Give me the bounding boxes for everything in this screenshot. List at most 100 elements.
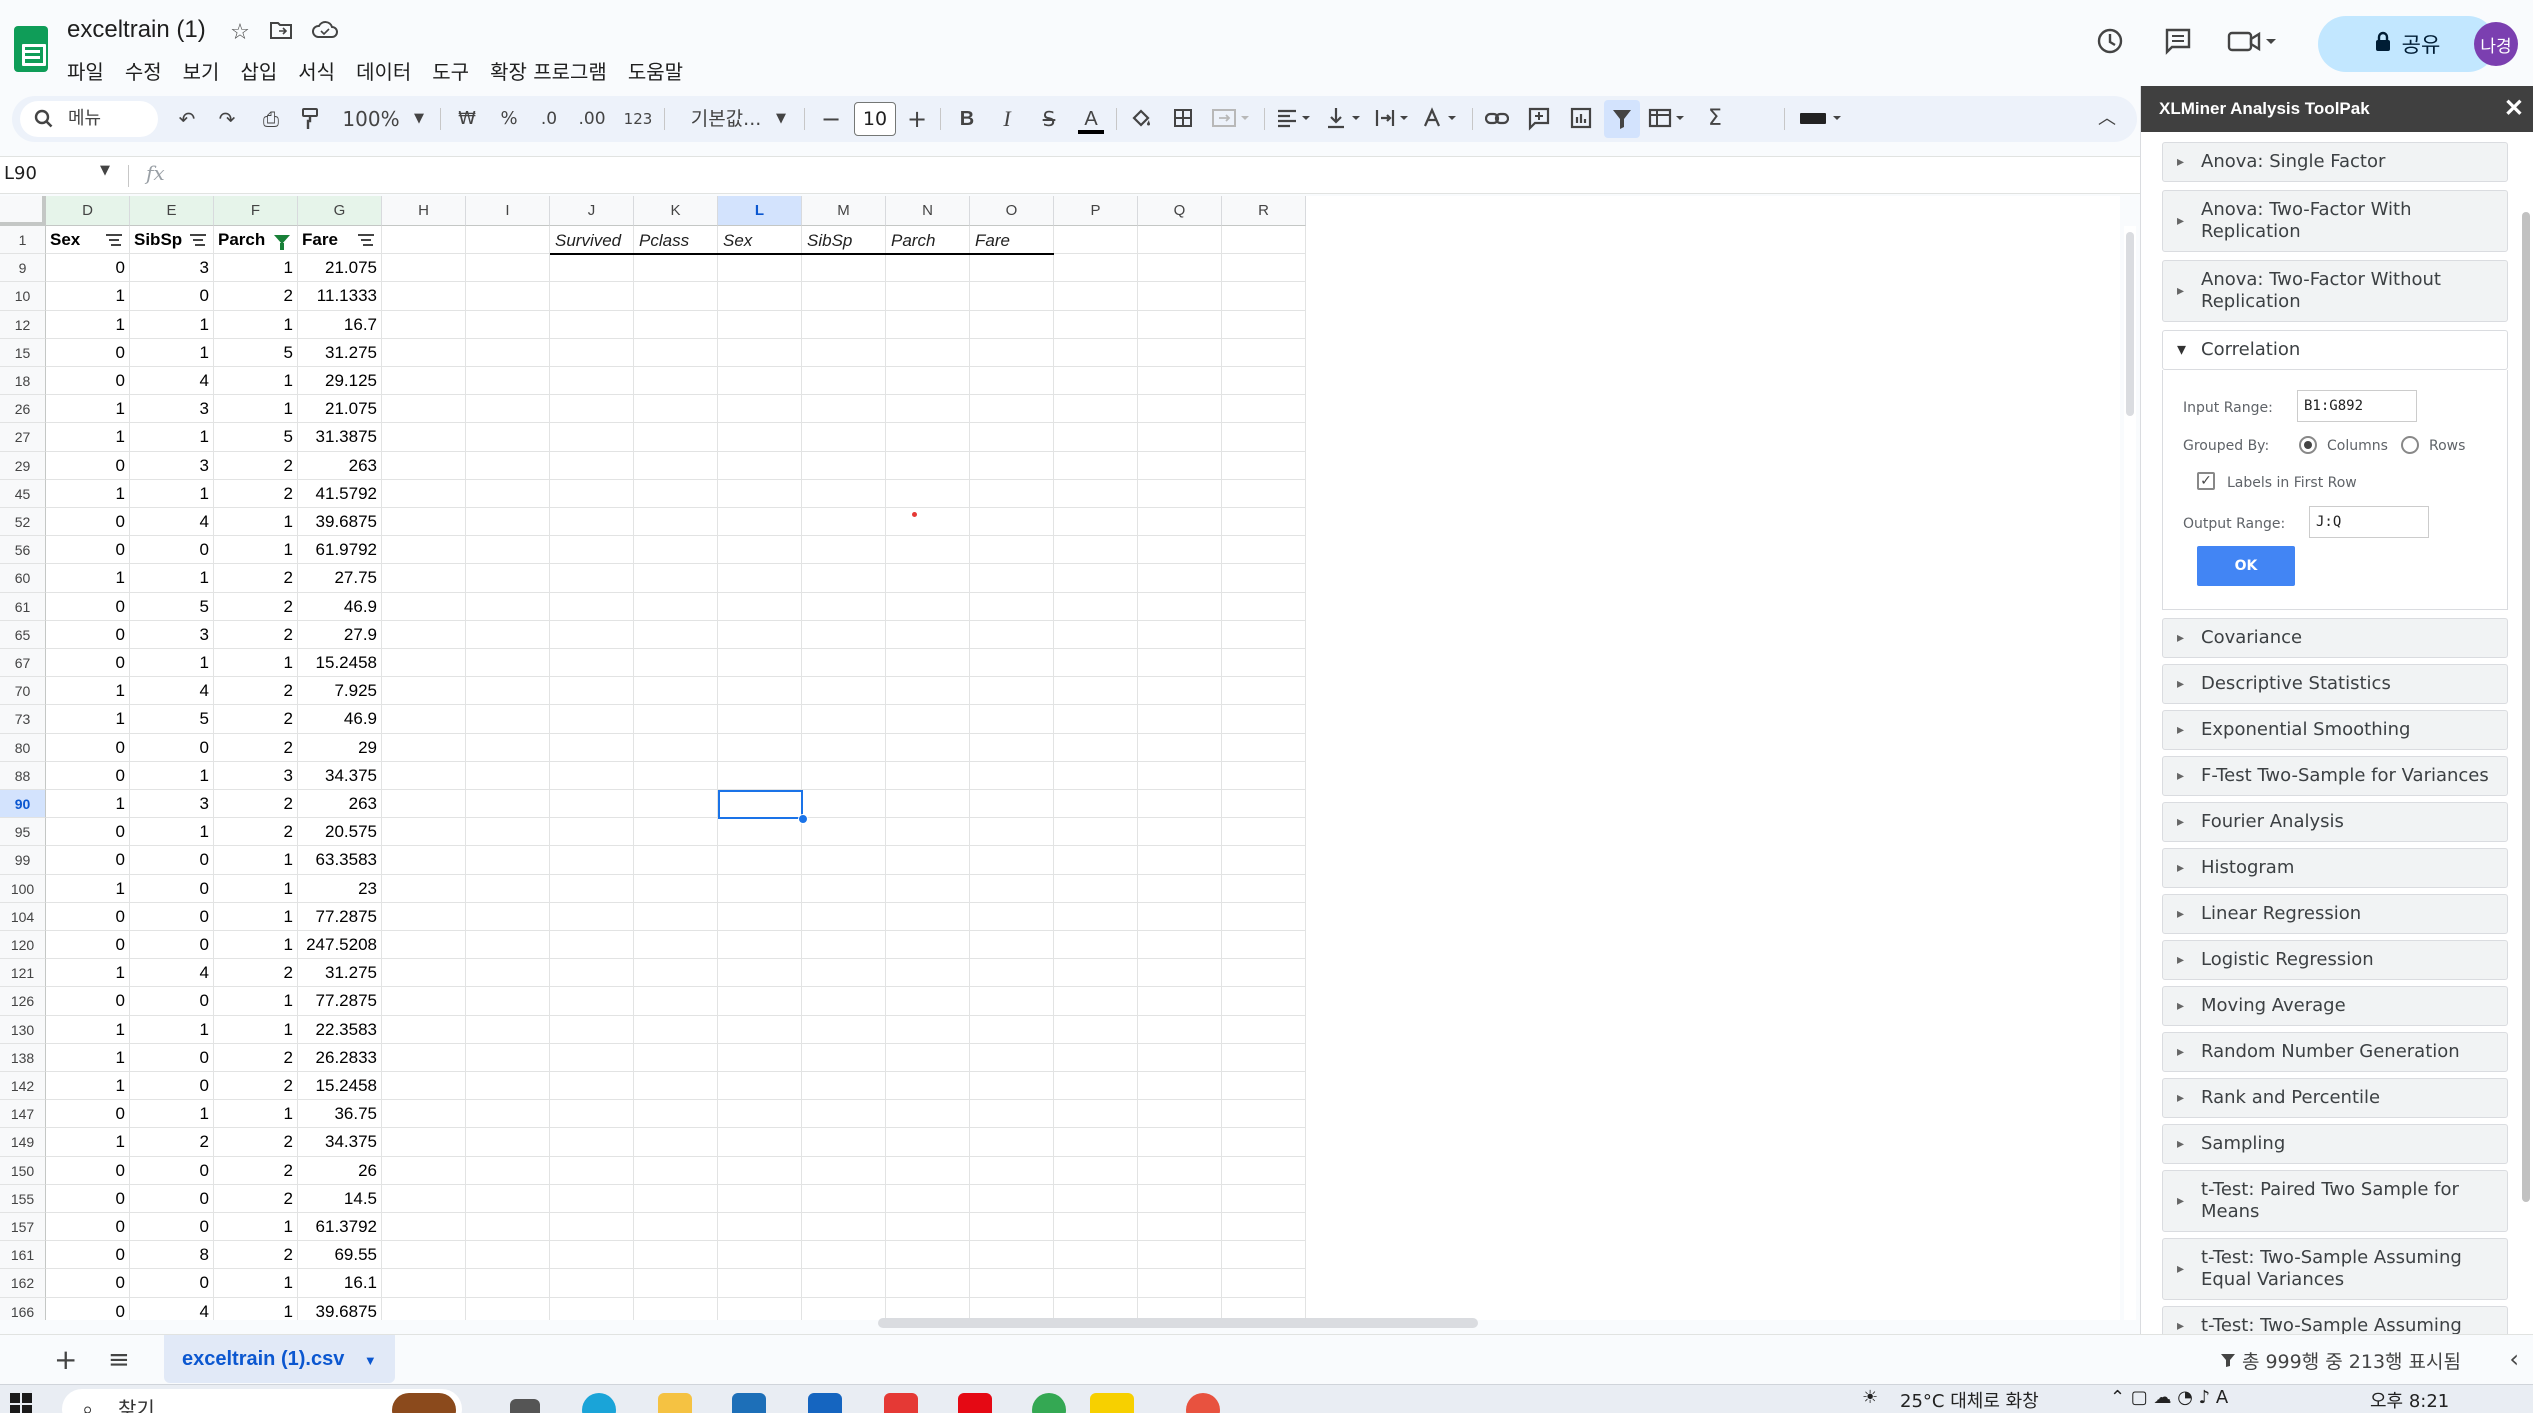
document-title[interactable]: exceltrain (1) — [67, 16, 206, 44]
row-header-166[interactable]: 166 — [0, 1297, 46, 1320]
row-header-121[interactable]: 121 — [0, 959, 46, 988]
table-cell[interactable]: 1 — [46, 479, 130, 508]
zoom-select[interactable]: 100% — [334, 96, 408, 142]
table-cell[interactable]: 1 — [214, 649, 298, 678]
number-format-button[interactable]: 123 — [618, 96, 658, 142]
column-header-j[interactable]: J — [550, 196, 634, 226]
table-cell[interactable]: 1 — [46, 1043, 130, 1072]
table-cell[interactable]: 26.2833 — [298, 1043, 382, 1072]
table-cell[interactable]: 39.6875 — [298, 1297, 382, 1320]
table-cell[interactable]: 21.075 — [298, 254, 382, 283]
sheets-logo-icon[interactable] — [14, 26, 48, 72]
row-header-10[interactable]: 10 — [0, 282, 46, 311]
table-cell[interactable]: 1 — [214, 846, 298, 875]
row-header-100[interactable]: 100 — [0, 874, 46, 903]
table-cell[interactable]: 0 — [46, 1241, 130, 1270]
table-cell[interactable]: 1 — [130, 310, 214, 339]
column-header-h[interactable]: H — [382, 196, 466, 226]
table-cell[interactable]: 63.3583 — [298, 846, 382, 875]
table-cell[interactable]: 16.7 — [298, 310, 382, 339]
filter-icon[interactable] — [358, 234, 374, 246]
table-cell[interactable]: 0 — [130, 1072, 214, 1101]
row-header-12[interactable]: 12 — [0, 310, 46, 339]
table-cell[interactable]: 1 — [214, 1213, 298, 1242]
row-header-95[interactable]: 95 — [0, 818, 46, 847]
table-cell[interactable]: 23 — [298, 874, 382, 903]
search-highlight-icon[interactable] — [392, 1393, 456, 1413]
accordion-item-anova-two-factor-without-replication[interactable]: Anova: Two-Factor Without Replication — [2162, 260, 2508, 322]
table-cell[interactable]: 1 — [130, 1015, 214, 1044]
percent-format-button[interactable]: % — [494, 96, 524, 142]
row-header-130[interactable]: 130 — [0, 1015, 46, 1044]
table-cell[interactable]: 1 — [214, 254, 298, 283]
menu-insert[interactable]: 삽입 — [240, 54, 287, 85]
table-cell[interactable]: 31.275 — [298, 338, 382, 367]
table-cell[interactable]: 2 — [214, 705, 298, 734]
table-cell[interactable]: 5 — [130, 592, 214, 621]
table-cell[interactable]: 3 — [130, 620, 214, 649]
horizontal-scroll-thumb[interactable] — [878, 1318, 1478, 1328]
column-header-n[interactable]: N — [886, 196, 970, 226]
accordion-item-correlation[interactable]: Correlation — [2162, 330, 2508, 370]
text-wrapping-icon[interactable] — [1372, 96, 1416, 142]
column-header-r[interactable]: R — [1222, 196, 1306, 226]
table-cell[interactable]: 61.3792 — [298, 1213, 382, 1242]
table-cell[interactable]: 31.275 — [298, 959, 382, 988]
menu-data[interactable]: 데이터 — [356, 54, 421, 85]
table-cell[interactable]: 36.75 — [298, 1100, 382, 1129]
table-cell[interactable]: 0 — [46, 1156, 130, 1185]
table-cell[interactable]: 1 — [130, 649, 214, 678]
accordion-item-anova-single-factor[interactable]: Anova: Single Factor — [2162, 142, 2508, 182]
table-cell[interactable]: 1 — [46, 564, 130, 593]
row-header-56[interactable]: 56 — [0, 536, 46, 565]
table-cell[interactable]: 20.575 — [298, 818, 382, 847]
column-header-l[interactable]: L — [718, 196, 802, 226]
store-icon[interactable] — [732, 1393, 766, 1413]
font-size-input[interactable]: 10 — [854, 102, 896, 136]
table-cell[interactable]: 1 — [214, 1297, 298, 1320]
table-cell[interactable]: 1 — [214, 367, 298, 396]
table-cell[interactable]: 27.75 — [298, 564, 382, 593]
table-cell[interactable]: 1 — [46, 310, 130, 339]
table-cell[interactable]: 0 — [46, 367, 130, 396]
column-header-q[interactable]: Q — [1138, 196, 1222, 226]
accordion-item-random-number-generation[interactable]: Random Number Generation — [2162, 1032, 2508, 1072]
table-cell[interactable]: 0 — [46, 1269, 130, 1298]
table-cell[interactable]: 29.125 — [298, 367, 382, 396]
row-header-70[interactable]: 70 — [0, 677, 46, 706]
table-cell[interactable]: 0 — [46, 818, 130, 847]
table-cell[interactable]: 1 — [130, 564, 214, 593]
output-header-sex[interactable]: Sex — [718, 227, 802, 255]
column-header-g[interactable]: G — [298, 196, 382, 226]
table-cell[interactable]: 1 — [214, 395, 298, 424]
accordion-item-f-test-two-sample-for-variances[interactable]: F-Test Two-Sample for Variances — [2162, 756, 2508, 796]
output-header-fare[interactable]: Fare — [970, 227, 1054, 255]
table-cell[interactable]: 2 — [214, 1043, 298, 1072]
table-cell[interactable]: 0 — [130, 1043, 214, 1072]
table-cell[interactable]: 4 — [130, 1297, 214, 1320]
accordion-item-exponential-smoothing[interactable]: Exponential Smoothing — [2162, 710, 2508, 750]
windows-start-icon[interactable] — [10, 1393, 34, 1413]
row-header-147[interactable]: 147 — [0, 1100, 46, 1129]
borders-icon[interactable] — [1168, 96, 1198, 142]
column-header-d[interactable]: D — [46, 196, 130, 226]
row-header-65[interactable]: 65 — [0, 620, 46, 649]
row-header-61[interactable]: 61 — [0, 592, 46, 621]
accordion-item-t-test-two-sample-assuming-equal-variances[interactable]: t-Test: Two-Sample Assuming Equal Varian… — [2162, 1238, 2508, 1300]
table-cell[interactable]: 0 — [130, 733, 214, 762]
row-header-73[interactable]: 73 — [0, 705, 46, 734]
print-icon[interactable]: ⎙ — [256, 96, 286, 142]
row-header-161[interactable]: 161 — [0, 1241, 46, 1270]
text-color-button[interactable]: A — [1074, 96, 1108, 142]
table-cell[interactable]: 15.2458 — [298, 649, 382, 678]
table-cell[interactable]: 0 — [46, 508, 130, 537]
selected-cell[interactable] — [718, 790, 803, 820]
mail-icon[interactable] — [808, 1393, 842, 1413]
accordion-item-rank-and-percentile[interactable]: Rank and Percentile — [2162, 1078, 2508, 1118]
table-cell[interactable]: 5 — [130, 705, 214, 734]
weather-text[interactable]: 25°C 대체로 화창 — [1900, 1387, 2039, 1413]
output-header-parch[interactable]: Parch — [886, 227, 970, 255]
table-cell[interactable]: 5 — [214, 423, 298, 452]
select-all-corner[interactable] — [0, 196, 46, 226]
table-cell[interactable]: 77.2875 — [298, 902, 382, 931]
